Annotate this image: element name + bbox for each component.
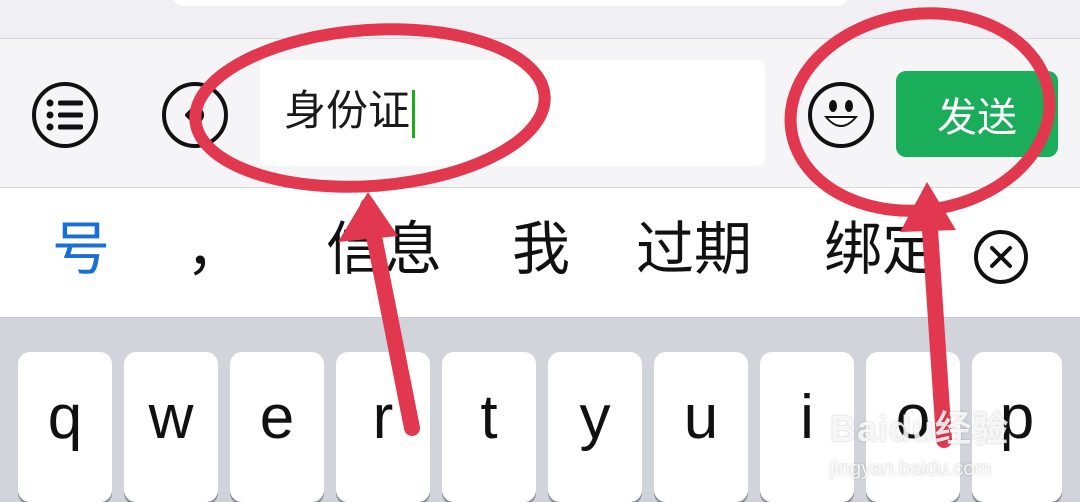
chat-area-edge	[0, 0, 1080, 38]
ime-candidate-bar: 号 ， 信息 我 过期 绑定	[0, 188, 1080, 318]
list-icon	[46, 99, 83, 131]
key-u[interactable]: u	[654, 352, 748, 502]
watermark: Baidu经验 jingyan.baidu.com	[830, 400, 1009, 481]
smiley-icon	[824, 100, 858, 127]
watermark-url: jingyan.baidu.com	[830, 458, 992, 480]
clear-candidates-button[interactable]	[974, 230, 1028, 284]
candidate-item[interactable]: ，	[186, 216, 244, 282]
candidate-item[interactable]: 过期	[636, 216, 752, 282]
watermark-brand: Baidu经验	[830, 408, 1010, 449]
key-e[interactable]: e	[230, 352, 324, 502]
key-y[interactable]: y	[548, 352, 642, 502]
key-w[interactable]: w	[124, 352, 218, 502]
key-q[interactable]: q	[18, 352, 112, 502]
emoji-button[interactable]	[808, 82, 874, 148]
message-input[interactable]: 身份证	[260, 60, 765, 166]
send-button[interactable]: 发送	[896, 71, 1058, 157]
voice-icon	[185, 105, 204, 125]
key-t[interactable]: t	[442, 352, 536, 502]
candidate-item[interactable]: 信息	[326, 216, 442, 282]
message-input-text: 身份证	[284, 86, 411, 135]
previous-message-bubble	[170, 0, 850, 6]
key-r[interactable]: r	[336, 352, 430, 502]
candidate-item[interactable]: 号	[52, 216, 110, 282]
close-icon	[990, 246, 1012, 268]
chat-input-toolbar: 身份证 发送	[0, 38, 1080, 188]
text-caret	[412, 89, 416, 138]
menu-list-button[interactable]	[32, 82, 98, 148]
candidate-item[interactable]: 绑定	[824, 216, 936, 282]
voice-button[interactable]	[162, 82, 228, 148]
candidate-item[interactable]: 我	[512, 216, 570, 282]
